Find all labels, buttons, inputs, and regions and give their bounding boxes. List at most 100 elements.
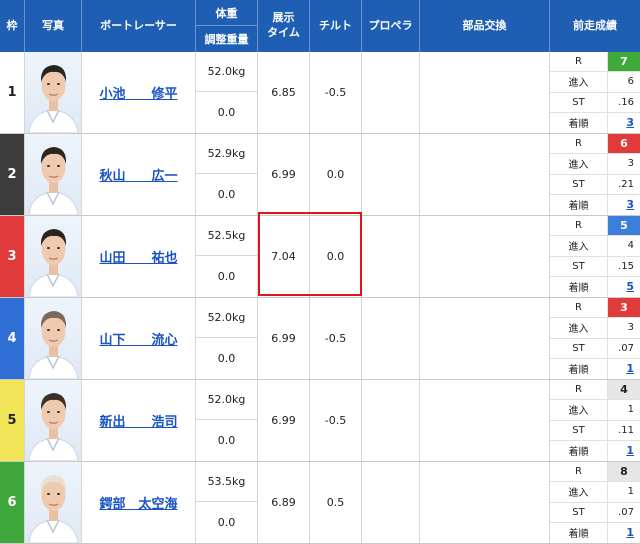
racer-name-cell: 秋山 広一	[82, 134, 196, 215]
prev-st-value: .07	[618, 342, 634, 354]
prev-finish-link[interactable]: 1	[626, 526, 634, 539]
header-weight-label: 体重	[196, 0, 257, 26]
propeller-cell	[362, 52, 420, 133]
racer-photo-image	[28, 393, 79, 461]
racer-name-link[interactable]: 鍔部 太空海	[99, 493, 177, 512]
prev-finish-label: 着順	[550, 358, 608, 379]
header-exhibit-time: 展示 タイム	[258, 0, 310, 52]
prev-st-value: .15	[618, 260, 634, 272]
prev-finish-row: 着順 1	[550, 358, 640, 379]
racer-photo-image	[28, 475, 79, 543]
racer-photo-image	[28, 65, 79, 133]
prev-finish-link[interactable]: 5	[626, 280, 634, 293]
racer-name-link[interactable]: 秋山 広一	[99, 165, 177, 184]
header-propeller: プロペラ	[362, 0, 420, 52]
prev-finish-link[interactable]: 3	[626, 116, 634, 129]
racer-name-cell: 山下 流心	[82, 298, 196, 379]
exhibit-time: 6.89	[258, 462, 310, 543]
prev-finish-label: 着順	[550, 112, 608, 133]
prev-race-label: R	[550, 134, 608, 154]
prev-st-row: ST .11	[550, 420, 640, 441]
prev-entry-label: 進入	[550, 236, 608, 256]
prev-finish-row: 着順 5	[550, 276, 640, 297]
prev-st-row: ST .07	[550, 338, 640, 359]
tilt-value: 0.5	[310, 462, 362, 543]
prev-race-number: 4	[608, 380, 640, 400]
prev-st-label: ST	[550, 256, 608, 276]
prev-race-row: R8	[550, 462, 640, 483]
prev-race-row: R3	[550, 298, 640, 319]
racer-name-link[interactable]: 新出 浩司	[99, 411, 177, 430]
weight-cell: 52.0kg 0.0	[196, 380, 258, 461]
prev-entry-row: 進入 4	[550, 236, 640, 257]
prev-finish-row: 着順 3	[550, 112, 640, 133]
waku-number: 1	[0, 52, 25, 133]
header-weight: 体重 調整重量	[196, 0, 258, 52]
prev-st-label: ST	[550, 420, 608, 440]
header-parts: 部品交換	[420, 0, 550, 52]
racer-photo-image	[28, 147, 79, 215]
prev-entry-value: 6	[627, 76, 634, 88]
prev-st-row: ST .21	[550, 174, 640, 195]
body-weight: 52.0kg	[196, 52, 257, 92]
racer-photo	[25, 462, 82, 543]
prev-entry-row: 進入 1	[550, 482, 640, 503]
racer-photo	[25, 216, 82, 297]
racer-row: 1 小池 修平 52.0kg 0.0 6.85 -0.5 R 7 進入 6 ST .16 着順 3	[0, 52, 640, 134]
prev-finish-label: 着順	[550, 522, 608, 543]
body-weight: 52.0kg	[196, 298, 257, 338]
propeller-cell	[362, 134, 420, 215]
prev-race-number: 8	[608, 462, 640, 482]
exhibit-time: 6.99	[258, 298, 310, 379]
prev-finish-link[interactable]: 3	[626, 198, 634, 211]
prev-st-value: .16	[618, 96, 634, 108]
racer-name-link[interactable]: 山下 流心	[99, 329, 177, 348]
parts-cell	[420, 380, 550, 461]
prev-entry-row: 進入 1	[550, 400, 640, 421]
body-weight: 52.9kg	[196, 134, 257, 174]
racer-name-link[interactable]: 山田 祐也	[99, 247, 177, 266]
racer-photo	[25, 298, 82, 379]
racer-name-cell: 小池 修平	[82, 52, 196, 133]
adjust-weight: 0.0	[217, 352, 236, 365]
prev-finish-link[interactable]: 1	[626, 362, 634, 375]
racer-name-cell: 鍔部 太空海	[82, 462, 196, 543]
prev-entry-row: 進入 6	[550, 72, 640, 93]
header-tilt: チルト	[310, 0, 362, 52]
prev-race-number: 7	[608, 52, 640, 72]
racer-name-link[interactable]: 小池 修平	[99, 83, 177, 102]
adjust-weight: 0.0	[217, 516, 236, 529]
prev-finish-cell: 3	[608, 195, 640, 215]
weight-cell: 52.5kg 0.0	[196, 216, 258, 297]
parts-cell	[420, 298, 550, 379]
weight-cell: 52.9kg 0.0	[196, 134, 258, 215]
prev-entry-value: 3	[627, 322, 634, 334]
weight-cell: 53.5kg 0.0	[196, 462, 258, 543]
exhibit-time: 6.99	[258, 380, 310, 461]
prev-entry-label: 進入	[550, 482, 608, 502]
prev-race-number: 5	[608, 216, 640, 236]
propeller-cell	[362, 298, 420, 379]
body-weight: 53.5kg	[196, 462, 257, 502]
prev-entry-value: 3	[627, 158, 634, 170]
previous-result: R 6 進入 3 ST .21 着順 3	[550, 134, 640, 215]
prev-race-row: R6	[550, 134, 640, 155]
prev-finish-cell: 3	[608, 113, 640, 133]
racer-photo	[25, 52, 82, 133]
prev-race-row: R5	[550, 216, 640, 237]
racer-table: 枠 写真 ボートレーサー 体重 調整重量 展示 タイム チルト プロペラ 部品交…	[0, 0, 640, 544]
prev-finish-cell: 1	[608, 359, 640, 379]
prev-race-row: R4	[550, 380, 640, 401]
prev-entry-label: 進入	[550, 72, 608, 92]
propeller-cell	[362, 462, 420, 543]
prev-st-label: ST	[550, 92, 608, 112]
prev-race-label: R	[550, 380, 608, 400]
prev-finish-link[interactable]: 1	[626, 444, 634, 457]
header-racer: ボートレーサー	[82, 0, 196, 52]
prev-st-label: ST	[550, 502, 608, 522]
parts-cell	[420, 462, 550, 543]
racer-photo-image	[28, 229, 79, 297]
header-photo: 写真	[25, 0, 82, 52]
weight-cell: 52.0kg 0.0	[196, 52, 258, 133]
waku-number: 5	[0, 380, 25, 461]
